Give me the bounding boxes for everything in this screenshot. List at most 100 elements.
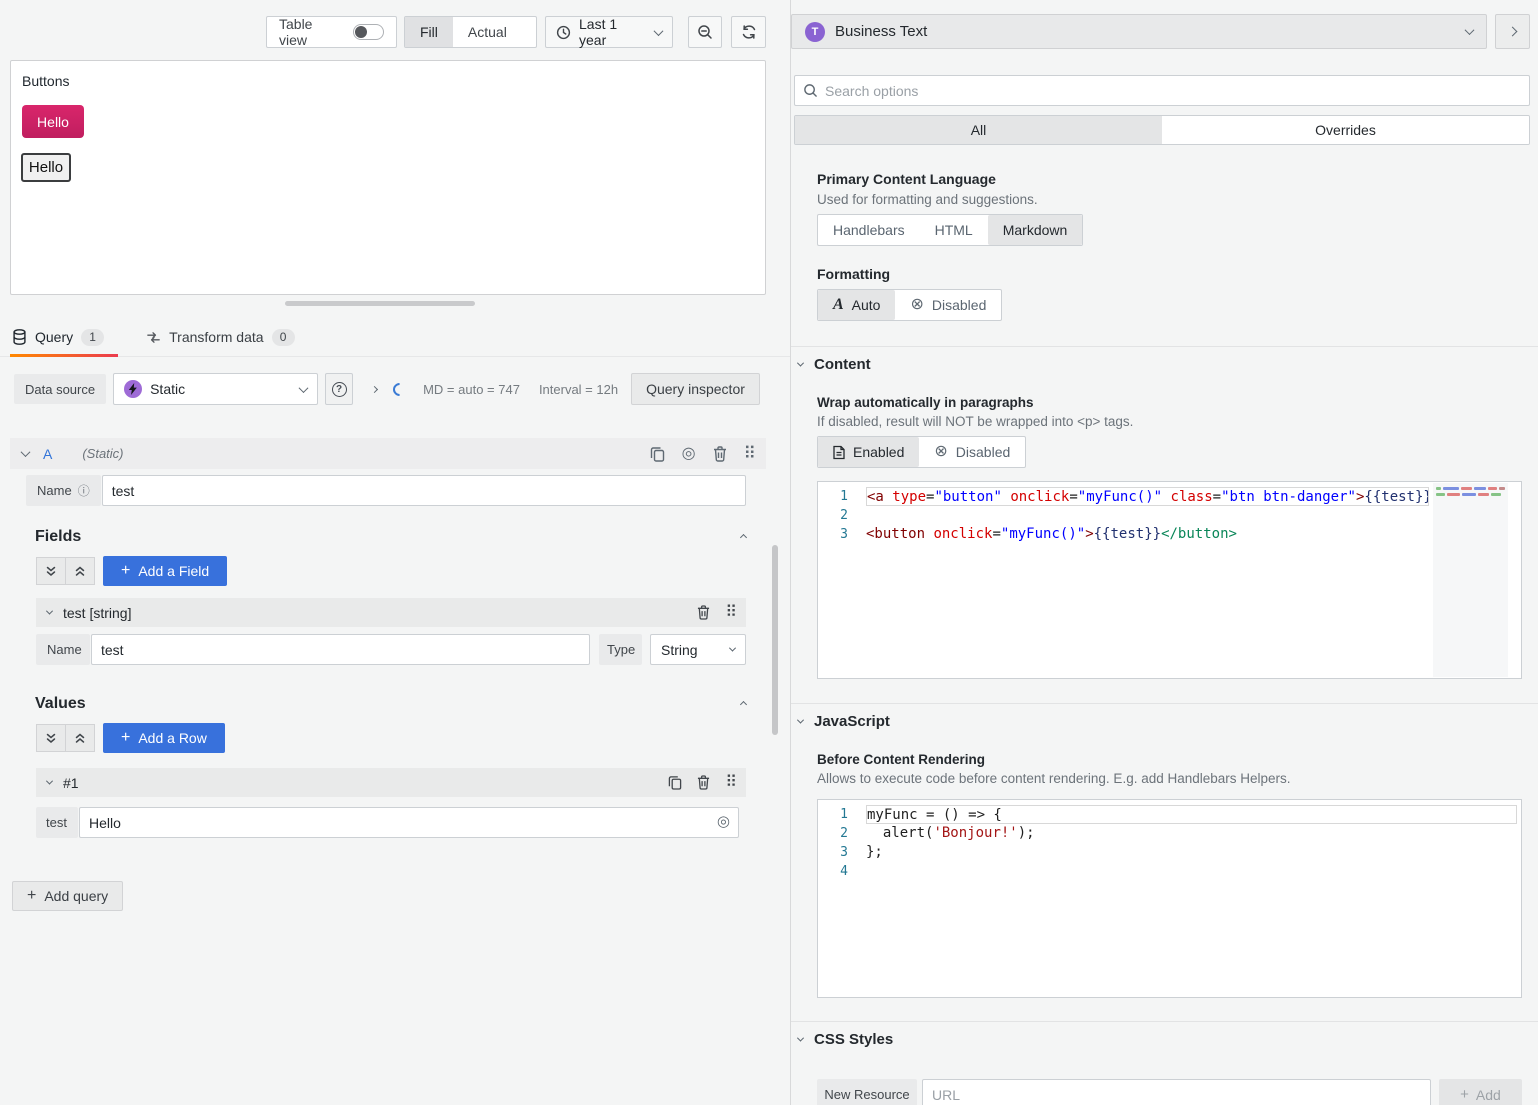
drag-handle-icon[interactable]: ⠿ (725, 605, 735, 621)
query-name-row: Name ⓘ (26, 475, 746, 506)
resource-url-input[interactable] (922, 1079, 1431, 1105)
collapse-all-fields-button[interactable] (36, 557, 66, 585)
table-view-label: Table view (279, 16, 343, 48)
max-datapoints-summary: MD = auto = 747 (423, 382, 520, 397)
toggle-knob (355, 26, 367, 38)
collapse-query-icon[interactable] (21, 447, 31, 457)
refresh-icon (741, 24, 757, 40)
options-pane: T Business Text All Overrides Primary Co… (790, 0, 1538, 1105)
vertical-scrollbar[interactable] (772, 545, 778, 735)
before-render-code-editor[interactable]: 1myFunc = () => {2 alert('Bonjour!');3};… (817, 799, 1522, 998)
zoom-out-icon (697, 24, 713, 40)
delete-field-icon[interactable] (697, 605, 710, 620)
collapse-fields-icon[interactable] (740, 533, 747, 540)
duplicate-query-icon[interactable] (650, 446, 665, 462)
query-options-expand-icon[interactable] (371, 385, 378, 392)
javascript-section-header[interactable]: JavaScript (798, 713, 1538, 730)
add-query-button[interactable]: + Add query (12, 881, 123, 911)
add-resource-button[interactable]: + Add (1439, 1079, 1522, 1105)
delete-query-icon[interactable] (713, 446, 727, 462)
preview-value-icon[interactable]: ◎ (717, 814, 730, 829)
add-field-button[interactable]: + Add a Field (103, 556, 227, 586)
visualization-name: Business Text (835, 23, 927, 40)
value-edit-row: test ◎ (36, 807, 739, 838)
static-datasource-icon (124, 380, 142, 398)
tab-query-label: Query (35, 329, 73, 345)
disabled-icon: ⊗ (910, 297, 923, 313)
value-row-header[interactable]: #1 ⠿ (36, 768, 746, 797)
fill-option[interactable]: Fill (405, 17, 453, 47)
section-divider (791, 346, 1538, 347)
query-inspector-button[interactable]: Query inspector (631, 373, 760, 405)
query-row-header[interactable]: A (Static) ◎ ⠿ (10, 438, 766, 469)
value-input[interactable] (79, 807, 739, 838)
formatting-auto-option[interactable]: A Auto (818, 290, 895, 320)
document-icon (833, 445, 845, 460)
wrap-enabled-option[interactable]: Enabled (818, 437, 919, 467)
disabled-icon: ⊗ (934, 444, 947, 460)
toggle-query-visibility-icon[interactable]: ◎ (682, 446, 696, 462)
table-view-toggle[interactable] (353, 24, 384, 40)
tab-transform-count: 0 (272, 329, 295, 346)
actual-option[interactable]: Actual (453, 17, 522, 47)
query-name-input[interactable] (102, 475, 746, 506)
add-row-button[interactable]: + Add a Row (103, 723, 225, 753)
database-icon (12, 329, 27, 345)
language-handlebars-option[interactable]: Handlebars (818, 215, 920, 245)
collapse-row-icon[interactable] (46, 778, 53, 785)
before-render-description: Allows to execute code before content re… (817, 771, 1538, 786)
query-datasource-type: (Static) (82, 446, 123, 461)
css-section-header[interactable]: CSS Styles (798, 1031, 1538, 1048)
tab-transform-data[interactable]: Transform data 0 (144, 318, 308, 356)
content-code-editor[interactable]: 1<a type="button" onclick="myFunc()" cla… (817, 481, 1522, 679)
language-markdown-option[interactable]: Markdown (988, 215, 1083, 245)
datasource-picker[interactable]: Static (113, 373, 318, 405)
filter-overrides-tab[interactable]: Overrides (1162, 116, 1529, 144)
collapse-options-pane-button[interactable] (1495, 14, 1530, 49)
wrap-disabled-option[interactable]: ⊗ Disabled (919, 437, 1025, 467)
content-section-header[interactable]: Content (798, 356, 1538, 373)
formatting-disabled-option[interactable]: ⊗ Disabled (895, 290, 1001, 320)
time-range-picker[interactable]: Last 1 year (545, 16, 673, 48)
chevron-right-icon (1508, 27, 1518, 37)
duplicate-row-icon[interactable] (668, 775, 682, 790)
css-resource-row: New Resource + Add (817, 1079, 1522, 1105)
collapse-all-rows-button[interactable] (36, 724, 66, 752)
field-config-row: Name Type String (36, 634, 746, 665)
field-type-value: String (661, 642, 698, 658)
query-name-label: Name ⓘ (26, 475, 101, 506)
chevron-down-icon (729, 645, 736, 652)
drag-handle-icon[interactable]: ⠿ (725, 775, 735, 791)
visualization-picker[interactable]: T Business Text (791, 14, 1487, 49)
tab-query[interactable]: Query 1 (10, 318, 118, 356)
help-icon: ? (332, 382, 347, 397)
values-toolbar: + Add a Row (36, 723, 790, 753)
collapse-values-icon[interactable] (740, 700, 747, 707)
delete-row-icon[interactable] (697, 775, 710, 790)
hello-danger-button[interactable]: Hello (22, 105, 84, 138)
formatting-radio-group: A Auto ⊗ Disabled (817, 289, 1002, 321)
datasource-help-button[interactable]: ? (325, 373, 353, 405)
field-type-select[interactable]: String (650, 634, 746, 665)
refresh-button[interactable] (731, 16, 766, 48)
section-divider (791, 703, 1538, 704)
datasource-row: Data source Static ? MD = auto = 747 Int… (14, 373, 790, 405)
language-html-option[interactable]: HTML (920, 215, 988, 245)
field-item-header[interactable]: test [string] ⠿ (36, 598, 746, 627)
options-search-input[interactable] (825, 83, 1521, 99)
field-name-label: Name (36, 634, 90, 665)
hello-native-button[interactable]: Hello (21, 153, 71, 182)
panel-resize-handle[interactable] (285, 301, 475, 306)
before-render-label: Before Content Rendering (817, 752, 1538, 767)
expand-all-rows-button[interactable] (65, 724, 95, 752)
expand-all-fields-button[interactable] (65, 557, 95, 585)
field-name-input[interactable] (91, 634, 590, 665)
editor-minimap[interactable] (1433, 483, 1508, 677)
filter-all-tab[interactable]: All (795, 116, 1162, 144)
info-icon: ⓘ (78, 482, 90, 499)
collapse-field-icon[interactable] (46, 608, 53, 615)
zoom-out-button[interactable] (688, 16, 722, 48)
interval-summary: Interval = 12h (539, 382, 618, 397)
field-item-title: test [string] (63, 605, 131, 621)
drag-handle-icon[interactable]: ⠿ (744, 445, 754, 462)
